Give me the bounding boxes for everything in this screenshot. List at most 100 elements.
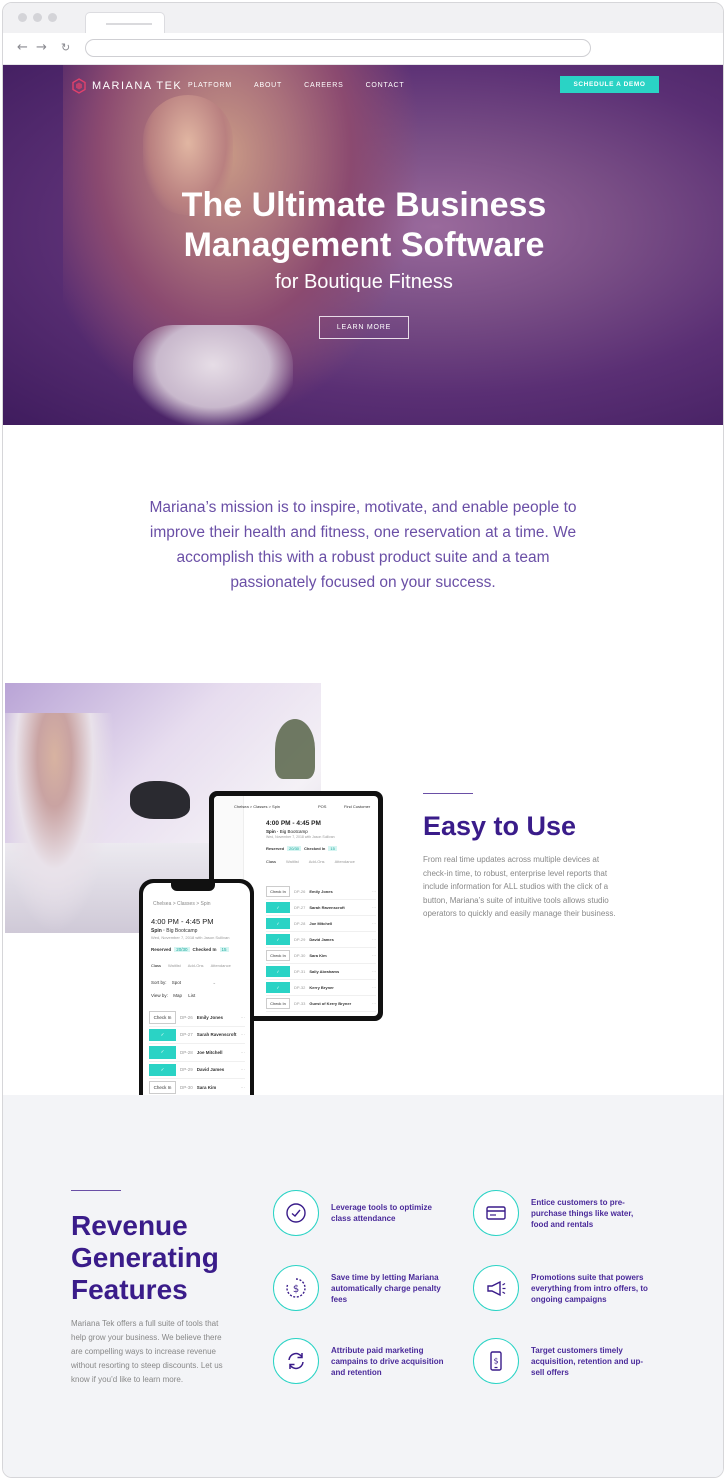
easy-to-use-body: From real time updates across multiple d…: [423, 855, 616, 918]
nav-link-careers[interactable]: CAREERS: [304, 82, 343, 89]
check-in-button[interactable]: Check In: [149, 1081, 176, 1094]
phone-checked-label: Checked In: [192, 947, 217, 952]
feature-attribution-text: Attribute paid marketing campains to dri…: [331, 1345, 444, 1377]
check-in-button[interactable]: Check In: [266, 998, 290, 1009]
more-options-icon[interactable]: ···: [241, 1050, 246, 1055]
phone-tab-addons[interactable]: Add-Ons: [188, 963, 204, 968]
tablet-tab-class[interactable]: Class: [266, 859, 276, 864]
roster-name[interactable]: Sara Kim: [197, 1085, 239, 1090]
tablet-find-customer-link[interactable]: Find Customer: [344, 804, 370, 809]
roster-name[interactable]: David James: [309, 937, 370, 942]
phone-class-time: 4:00 PM - 4:45 PM: [151, 917, 214, 926]
roster-spot: DP-30: [180, 1084, 193, 1090]
phone-sort[interactable]: Sort by: Spot ⌄: [151, 980, 216, 986]
credit-card-icon: [473, 1190, 519, 1236]
check-circle-icon: [273, 1190, 319, 1236]
easy-divider: [423, 793, 473, 794]
tablet-counts: Reserved 20/30 Checked In 15: [266, 846, 337, 851]
phone-tab-class[interactable]: Class: [151, 963, 161, 968]
roster-row: ✓ DP-28 Joe Mitchell ···: [149, 1044, 245, 1062]
more-options-icon[interactable]: ···: [372, 1001, 376, 1006]
reload-icon[interactable]: ↻: [61, 41, 70, 54]
feature-penalty-fees: $ Save time by letting Mariana automatic…: [273, 1265, 449, 1311]
revenue-title-line-2: Generating: [71, 1242, 219, 1273]
roster-spot: DP-28: [180, 1049, 193, 1055]
check-in-button[interactable]: Check In: [266, 886, 290, 897]
checked-in-button[interactable]: ✓: [149, 1063, 176, 1076]
roster-name[interactable]: Sara Kim: [309, 953, 370, 958]
feature-penalty-fees-text: Save time by letting Mariana automatical…: [331, 1272, 441, 1304]
tablet-tab-addons[interactable]: Add-Ons: [309, 859, 325, 864]
roster-name[interactable]: Guest of Kerry Bryner: [309, 1001, 370, 1006]
more-options-icon[interactable]: ···: [241, 1015, 246, 1020]
more-options-icon[interactable]: ···: [372, 905, 376, 910]
roster-spot: DP-29: [180, 1067, 193, 1073]
tablet-tab-attendance[interactable]: Attendance: [335, 859, 355, 864]
learn-more-button[interactable]: LEARN MORE: [319, 316, 409, 339]
roster-row: Check In DP-26 Emily Jones ···: [149, 1009, 245, 1027]
tablet-pos-link[interactable]: POS: [318, 804, 326, 809]
check-in-button[interactable]: Check In: [149, 1011, 176, 1024]
checked-in-button[interactable]: ✓: [266, 918, 290, 929]
more-options-icon[interactable]: ···: [241, 1085, 246, 1090]
browser-tab[interactable]: [85, 12, 165, 34]
roster-name[interactable]: Emily Jones: [309, 889, 370, 894]
checked-in-button[interactable]: ✓: [266, 966, 290, 977]
nav-link-about[interactable]: ABOUT: [254, 82, 282, 89]
browser-tab-bar: [3, 3, 723, 34]
more-options-icon[interactable]: ···: [372, 889, 376, 894]
roster-name[interactable]: David James: [197, 1067, 239, 1072]
phone-tab-attendance[interactable]: Attendance: [211, 963, 231, 968]
mobile-dollar-icon: $: [473, 1338, 519, 1384]
schedule-demo-button[interactable]: SCHEDULE A DEMO: [560, 76, 659, 93]
feature-prepurchase-text: Entice customers to pre-purchase things …: [531, 1197, 634, 1229]
roster-name[interactable]: Sally Abrahams: [309, 969, 370, 974]
roster-name[interactable]: Sarah Ravenscroft: [309, 905, 370, 910]
roster-name[interactable]: Emily Jones: [197, 1015, 239, 1020]
checked-in-button[interactable]: ✓: [149, 1028, 176, 1041]
checked-in-button[interactable]: ✓: [266, 902, 290, 913]
more-options-icon[interactable]: ···: [372, 921, 376, 926]
phone-screen: Chelsea > Classes > Spin 4:00 PM - 4:45 …: [143, 883, 250, 1111]
tablet-tab-waitlist[interactable]: Waitlist: [286, 859, 299, 864]
easy-to-use-title: Easy to Use: [423, 811, 577, 841]
tablet-class-name: Spin · Big Bootcamp: [266, 829, 308, 834]
more-options-icon[interactable]: ···: [241, 1067, 246, 1072]
roster-spot: DP-28: [294, 921, 306, 926]
window-close-dot[interactable]: [18, 13, 27, 22]
roster-row: ✓ DP-31Sally Abrahams···: [266, 964, 376, 980]
more-options-icon[interactable]: ···: [372, 953, 376, 958]
back-arrow-icon[interactable]: ←: [17, 40, 28, 55]
roster-name[interactable]: Kerry Bryner: [309, 985, 370, 990]
more-options-icon[interactable]: ···: [372, 937, 376, 942]
checked-in-button[interactable]: ✓: [266, 934, 290, 945]
more-options-icon[interactable]: ···: [372, 969, 376, 974]
hero-title-line-1: The Ultimate Business: [181, 186, 547, 224]
phone-tab-waitlist[interactable]: Waitlist: [168, 963, 181, 968]
roster-name[interactable]: Joe Mitchell: [197, 1050, 239, 1055]
roster-name[interactable]: Joe Mitchell: [309, 921, 370, 926]
brand-logo[interactable]: MARIANA TEK: [71, 78, 182, 94]
phone-checked-badge: 15: [219, 947, 229, 952]
window-minimize-dot[interactable]: [33, 13, 42, 22]
more-options-icon[interactable]: ···: [241, 1032, 246, 1037]
forward-arrow-icon[interactable]: →: [36, 40, 47, 55]
checked-in-button[interactable]: ✓: [149, 1046, 176, 1059]
roster-row: ✓ DP-27 Sarah Ravenscroft ···: [149, 1027, 246, 1044]
roster-row: ✓ DP-28 Joe Mitchell ···: [266, 916, 376, 932]
window-zoom-dot[interactable]: [48, 13, 57, 22]
url-input[interactable]: [85, 39, 591, 57]
roster-name[interactable]: Sarah Ravenscroft: [197, 1032, 239, 1037]
phone-class-name: Spin · Big Bootcamp: [151, 928, 198, 934]
tablet-checked-label: Checked In: [304, 846, 326, 851]
svg-text:$: $: [493, 1357, 498, 1366]
check-in-button[interactable]: Check In: [266, 950, 290, 961]
phone-counts: Reserved 20/30 Checked In 15: [151, 947, 229, 952]
checked-in-button[interactable]: ✓: [266, 982, 290, 993]
phone-view-map[interactable]: Map: [173, 993, 182, 998]
more-options-icon[interactable]: ···: [372, 985, 376, 990]
nav-link-platform[interactable]: PLATFORM: [188, 82, 232, 89]
roster-spot: DP-29: [294, 937, 306, 942]
nav-link-contact[interactable]: CONTACT: [366, 82, 405, 89]
phone-view-list[interactable]: List: [188, 993, 195, 998]
